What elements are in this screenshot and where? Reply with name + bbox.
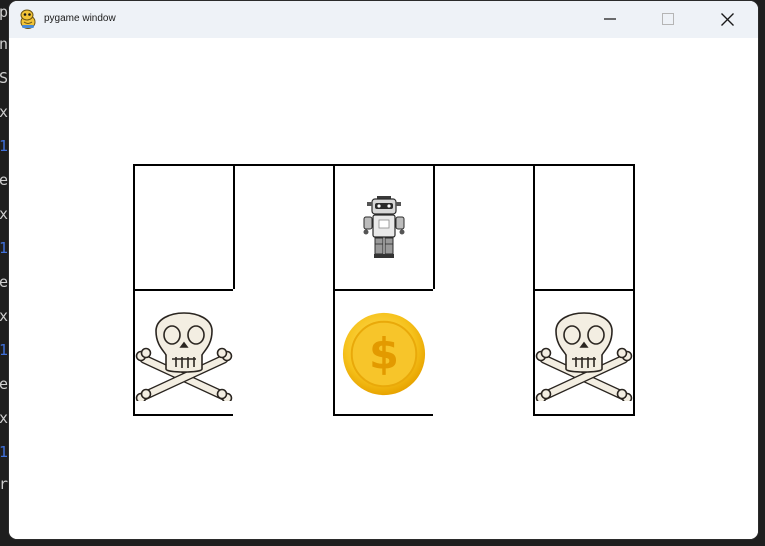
board-cell[interactable] [133,164,235,291]
gold-coin-icon: $ [342,312,426,396]
board-cell[interactable] [533,164,635,291]
board-cell[interactable] [533,289,635,416]
pygame-snake-icon [20,9,36,29]
maximize-icon [662,13,674,25]
minimize-button[interactable] [587,1,633,38]
skull-and-crossbones-icon [135,312,233,401]
minimize-icon [604,18,616,20]
skull-and-crossbones-icon [535,312,633,401]
coin-symbol: $ [369,330,399,380]
pygame-window: pygame window $ [9,1,758,539]
title-bar[interactable]: pygame window [9,1,758,38]
board-cell-empty-space [433,289,535,416]
close-button[interactable] [704,1,750,38]
board-cell[interactable] [233,164,335,291]
game-board: $ [133,164,635,416]
board-cell[interactable]: $ [333,289,435,416]
board-cell-empty-space [233,289,335,416]
board-cell[interactable] [433,164,535,291]
game-canvas[interactable]: $ [9,38,758,539]
close-icon [721,13,734,26]
robot-icon [363,196,405,258]
maximize-button[interactable] [645,1,691,38]
board-cell[interactable] [333,164,435,291]
window-title: pygame window [44,13,116,24]
board-cell[interactable] [133,289,235,416]
